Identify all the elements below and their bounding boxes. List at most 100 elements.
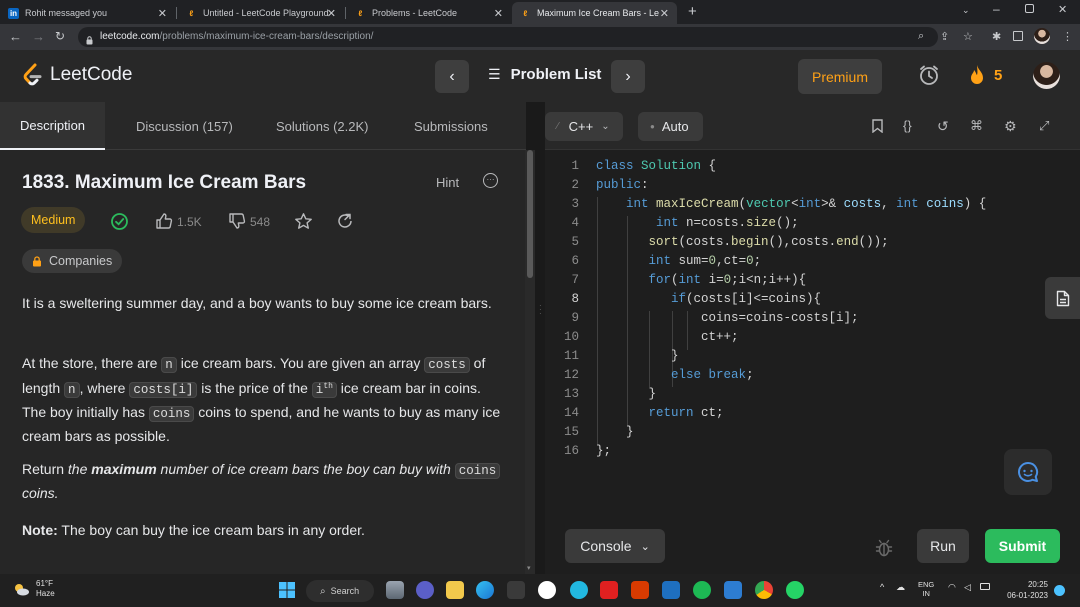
tab-description[interactable]: Description — [0, 102, 106, 150]
settings-gear-icon[interactable]: ⚙ — [1004, 118, 1017, 135]
paragraph-text: , where — [79, 380, 130, 397]
whatsapp-icon[interactable] — [786, 581, 804, 599]
zoom-icon[interactable]: ⌕ — [918, 30, 924, 43]
back-icon[interactable]: ← — [9, 29, 22, 44]
like-count: 1.5K — [177, 215, 202, 229]
github-icon[interactable] — [538, 581, 556, 599]
notification-badge[interactable] — [1054, 585, 1065, 596]
leetcode-icon: ℓ — [358, 8, 363, 18]
notes-button[interactable] — [1045, 277, 1080, 319]
tab-separator — [345, 7, 346, 19]
mcafee-icon[interactable] — [600, 581, 618, 599]
maximize-button[interactable] — [1025, 4, 1034, 13]
battery-icon[interactable] — [980, 583, 990, 590]
browser-tab[interactable]: ℓ Untitled - LeetCode Playground ✕ — [178, 2, 344, 24]
companies-label: Companies — [49, 254, 113, 268]
problem-list-button[interactable]: ☰ Problem List — [488, 66, 601, 83]
reset-icon[interactable]: ↺ — [937, 118, 949, 135]
leetcode-logo[interactable]: LeetCode — [22, 63, 132, 87]
tab-solutions[interactable]: Solutions (2.2K) — [276, 102, 369, 150]
volume-icon[interactable]: ◁ — [964, 582, 971, 593]
language-indicator[interactable]: ENG IN — [918, 580, 934, 598]
close-tab-icon[interactable]: ✕ — [660, 7, 669, 20]
close-tab-icon[interactable]: ✕ — [494, 7, 503, 20]
premium-button[interactable]: Premium — [798, 59, 882, 94]
bookmark-icon[interactable] — [872, 119, 883, 133]
star-icon[interactable] — [294, 212, 313, 231]
bookmark-star-icon[interactable]: ☆ — [963, 30, 973, 43]
description-scrollbar[interactable]: ▾ — [525, 150, 535, 574]
chat-support-button[interactable] — [1004, 449, 1052, 495]
file-explorer-icon[interactable] — [446, 581, 464, 599]
taskbar-search[interactable]: ⌕ Search — [306, 580, 374, 602]
scrollbar-thumb[interactable] — [527, 150, 533, 278]
scroll-down-icon[interactable]: ▾ — [527, 564, 531, 572]
run-button[interactable]: Run — [917, 529, 969, 563]
user-avatar[interactable] — [1033, 62, 1060, 89]
alarm-clock-icon[interactable] — [918, 64, 940, 86]
forward-icon[interactable]: → — [32, 29, 45, 44]
office-icon[interactable] — [631, 581, 649, 599]
chrome-icon[interactable] — [755, 581, 773, 599]
address-bar[interactable]: leetcode.com/problems/maximum-ice-cream-… — [78, 27, 949, 47]
inline-code: coins — [148, 406, 195, 423]
prev-problem-button[interactable]: ‹ — [435, 60, 469, 93]
pane-splitter[interactable]: · · · — [535, 102, 545, 574]
share-icon[interactable] — [336, 212, 354, 230]
close-tab-icon[interactable]: ✕ — [158, 7, 167, 20]
browser-tab-active[interactable]: ℓ Maximum Ice Cream Bars - LeetC ✕ — [512, 2, 677, 24]
fullscreen-icon[interactable]: ⤢ — [1039, 118, 1049, 134]
browser-tab-strip: in Rohit messaged you ✕ ℓ Untitled - Lee… — [0, 0, 1080, 24]
braces-icon[interactable]: {} — [903, 118, 912, 133]
taskbar-clock[interactable]: 20:25 06-01-2023 — [1000, 579, 1048, 601]
teams-chat-icon[interactable] — [416, 581, 434, 599]
emphasis-text: the — [67, 461, 92, 477]
reload-icon[interactable]: ↻ — [55, 29, 65, 43]
wifi-icon[interactable]: ◠ — [948, 582, 956, 593]
browser-tab[interactable]: ℓ Problems - LeetCode ✕ — [347, 2, 511, 24]
close-window-button[interactable]: ✕ — [1058, 3, 1067, 16]
console-button[interactable]: Console ⌄ — [565, 529, 665, 563]
debugger-bug-icon[interactable] — [874, 538, 894, 558]
shortcuts-icon[interactable]: ⌘ — [970, 118, 983, 134]
companies-tag[interactable]: Companies — [22, 249, 123, 273]
tab-discussion[interactable]: Discussion (157) — [136, 102, 233, 150]
minimize-button[interactable]: – — [993, 2, 1000, 16]
photos-icon[interactable] — [724, 581, 742, 599]
note-paragraph: Note: The boy can buy the ice cream bars… — [22, 519, 502, 541]
streak-counter[interactable]: 5 — [968, 64, 1002, 86]
spotify-icon[interactable] — [693, 581, 711, 599]
app-icon[interactable] — [570, 581, 588, 599]
new-tab-button[interactable]: + — [688, 3, 697, 20]
emphasis-text: number of ice cream bars the boy can buy… — [156, 461, 455, 477]
linkedin-icon: in — [8, 7, 19, 19]
sidepanel-icon[interactable] — [1013, 31, 1023, 41]
store-icon[interactable] — [507, 581, 525, 599]
share-icon[interactable]: ⇪ — [940, 30, 949, 43]
thumbs-down-icon[interactable] — [228, 212, 246, 230]
browser-tab[interactable]: in Rohit messaged you ✕ — [0, 2, 175, 24]
onedrive-cloud-icon[interactable]: ☁ — [896, 582, 905, 593]
edge-browser-icon[interactable] — [476, 581, 494, 599]
more-options-icon[interactable]: ··· — [483, 173, 498, 188]
thumbs-up-icon[interactable] — [155, 212, 173, 230]
close-tab-icon[interactable]: ✕ — [327, 7, 336, 20]
profile-avatar[interactable] — [1034, 28, 1050, 44]
next-problem-button[interactable]: › — [611, 60, 645, 93]
tray-chevron-up-icon[interactable]: ^ — [880, 582, 884, 592]
lang-code: ENG — [918, 580, 935, 589]
language-select[interactable]: ⁄ C++ ⌄ — [545, 112, 623, 141]
calendar-icon[interactable] — [662, 581, 680, 599]
autocomplete-mode-button[interactable]: ● Auto — [638, 112, 703, 141]
paragraph-text: is the price of the — [197, 380, 312, 397]
windows-start-icon[interactable] — [278, 581, 296, 599]
weather-widget[interactable]: 61°F Haze — [12, 579, 55, 599]
extensions-icon[interactable]: ✱ — [992, 30, 1001, 43]
hint-button[interactable]: Hint — [436, 175, 459, 190]
tab-search-icon[interactable]: ⌄ — [962, 5, 970, 16]
browser-menu-icon[interactable]: ⋮ — [1062, 30, 1073, 43]
submit-button[interactable]: Submit — [985, 529, 1060, 563]
tab-submissions[interactable]: Submissions — [414, 102, 488, 150]
task-view-icon[interactable] — [386, 581, 404, 599]
chevron-left-icon: ‹ — [449, 67, 455, 85]
